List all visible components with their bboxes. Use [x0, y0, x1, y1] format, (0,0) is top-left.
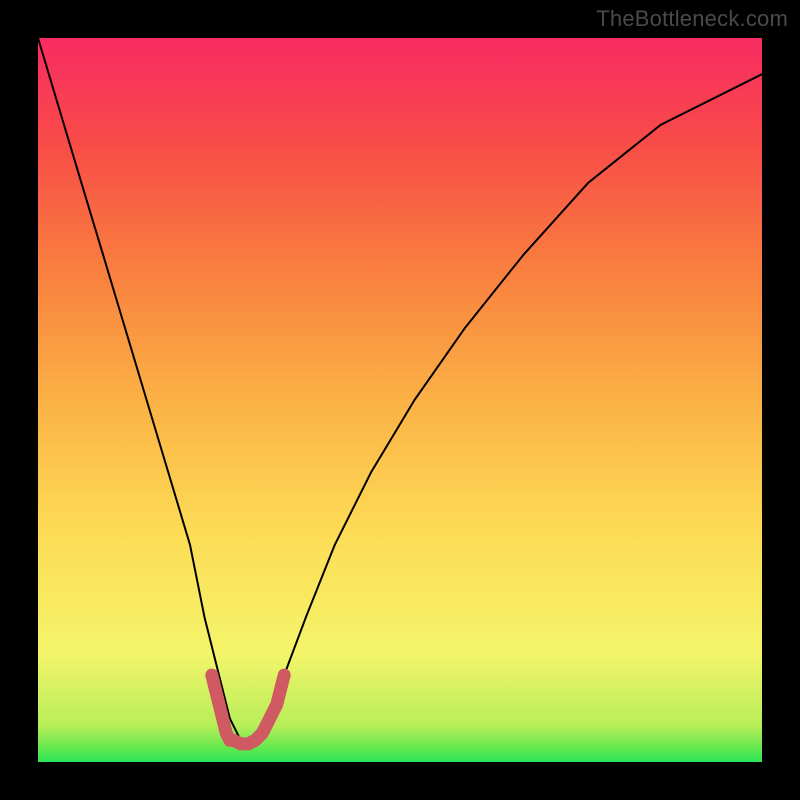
- chart-svg: [38, 38, 762, 762]
- bottleneck-curve-path: [38, 38, 762, 740]
- bottleneck-marker-path: [212, 675, 284, 744]
- watermark-text: TheBottleneck.com: [596, 6, 788, 32]
- outer-frame: TheBottleneck.com: [0, 0, 800, 800]
- plot-area: [38, 38, 762, 762]
